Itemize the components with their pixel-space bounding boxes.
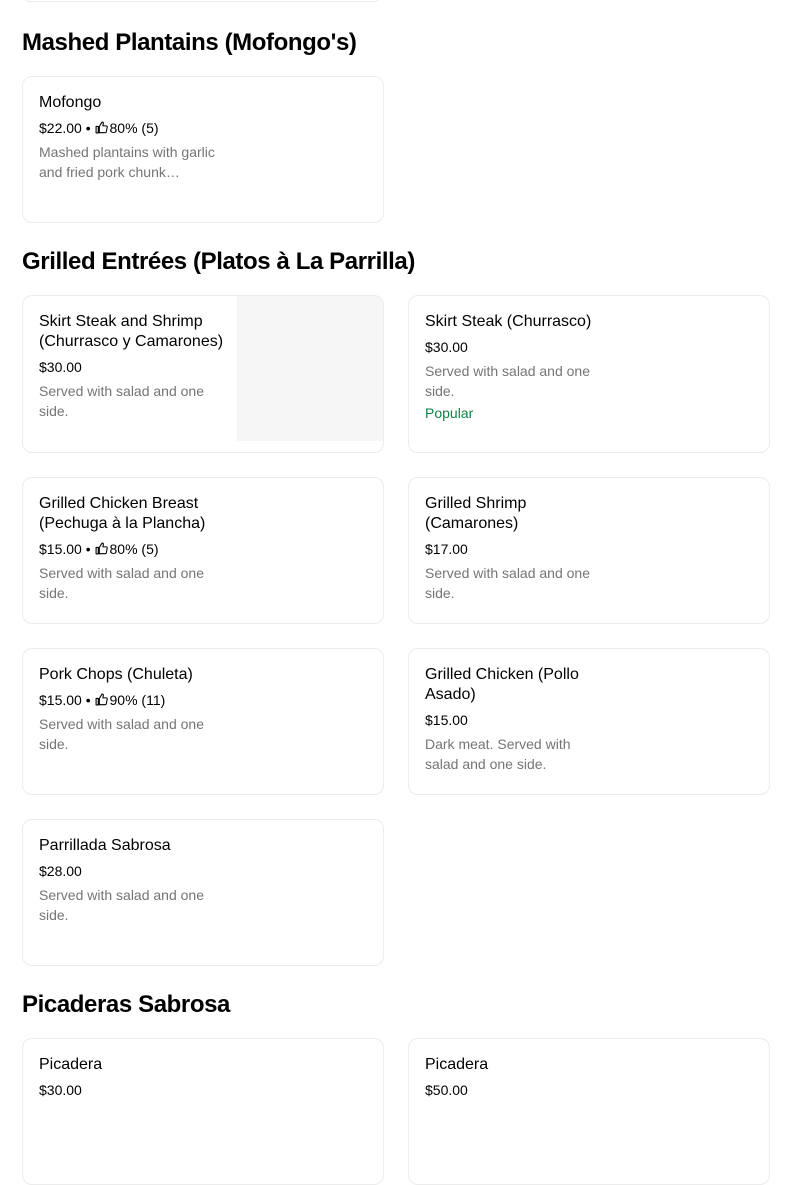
item-description: Served with salad and one side. [39, 716, 204, 752]
menu-item-card[interactable]: Skirt Steak (Churrasco) $30.00 Served wi… [408, 295, 770, 453]
item-name: Mofongo [39, 94, 102, 111]
item-price: $15.00 [39, 541, 82, 557]
menu-item-card[interactable]: Grilled Shrimp (Camarones) $17.00 Served… [408, 477, 770, 624]
popular-badge: Popular [425, 405, 474, 421]
item-name: Parrillada Sabrosa [39, 837, 171, 854]
item-name: Grilled Chicken (Pollo Asado) [425, 666, 579, 703]
item-price: $22.00 [39, 120, 82, 136]
item-name: Pork Chops (Chuleta) [39, 666, 193, 683]
item-meta: $30.00 [39, 357, 224, 377]
item-meta: $50.00 [425, 1080, 610, 1100]
meta-separator: • [85, 692, 91, 708]
item-description: Served with salad and one side. [39, 565, 204, 601]
item-meta: $15.00 [425, 710, 610, 730]
item-price: $15.00 [425, 712, 468, 728]
item-rating: 80% (5) [109, 120, 159, 136]
item-name: Picadera [39, 1056, 103, 1073]
menu-item-card[interactable]: Grilled Chicken Breast (Pechuga à la Pla… [22, 477, 384, 624]
section-title: Picaderas Sabrosa [22, 991, 230, 1018]
item-price: $17.00 [425, 541, 468, 557]
menu-item-card[interactable]: Picadera $30.00 [22, 1038, 384, 1185]
item-price: $30.00 [425, 339, 468, 355]
item-name: Picadera [425, 1056, 489, 1073]
item-price: $30.00 [39, 359, 82, 375]
item-meta: $28.00 [39, 861, 224, 881]
item-description: Served with salad and one side. [425, 565, 590, 601]
section-title: Grilled Entrées (Platos à La Parrilla) [22, 248, 415, 275]
item-image-placeholder [237, 296, 383, 441]
item-meta: $30.00 [39, 1080, 224, 1100]
menu-item-card[interactable]: Parrillada Sabrosa $28.00 Served with sa… [22, 819, 384, 966]
menu-item-card[interactable]: Picadera $50.00 [408, 1038, 770, 1185]
item-meta: $15.00 • 90% (11) [39, 690, 224, 710]
item-name: Grilled Shrimp (Camarones) [425, 495, 527, 532]
item-rating: 80% (5) [109, 541, 159, 557]
item-meta: $30.00 [425, 337, 610, 357]
section-title: Mashed Plantains (Mofongo's) [22, 29, 357, 56]
menu-item-card[interactable]: Grilled Chicken (Pollo Asado) $15.00 Dar… [408, 648, 770, 795]
meta-separator: • [85, 541, 91, 557]
item-description: Served with salad and one side. [39, 887, 204, 923]
item-meta: $22.00 • 80% (5) [39, 118, 224, 138]
menu-item-card[interactable]: Pork Chops (Chuleta) $15.00 • 90% (11) S… [22, 648, 384, 795]
item-meta: $15.00 • 80% (5) [39, 539, 224, 559]
item-rating: 90% (11) [109, 692, 166, 708]
item-meta: $17.00 [425, 539, 610, 559]
item-price: $28.00 [39, 863, 82, 879]
menu-item-card[interactable]: Skirt Steak and Shrimp (Churrasco y Cama… [22, 295, 384, 453]
item-description: Mashed plantains with garlic and fried p… [39, 144, 215, 180]
item-description: Served with salad and one side. [425, 363, 590, 399]
meta-separator: • [85, 120, 91, 136]
item-name: Skirt Steak and Shrimp (Churrasco y Cama… [39, 313, 224, 350]
item-price: $50.00 [425, 1082, 468, 1098]
item-name: Skirt Steak (Churrasco) [425, 313, 592, 330]
item-name: Grilled Chicken Breast (Pechuga à la Pla… [39, 495, 206, 532]
item-price: $15.00 [39, 692, 82, 708]
item-description: Served with salad and one side. [39, 383, 204, 419]
item-price: $30.00 [39, 1082, 82, 1098]
menu-item-card[interactable]: Mofongo $22.00 • 80% (5) Mashed plantain… [22, 76, 384, 223]
thumbs-up-icon [95, 121, 108, 134]
thumbs-up-icon [95, 693, 108, 706]
item-description: Dark meat. Served with salad and one sid… [425, 736, 571, 772]
thumbs-up-icon [95, 542, 108, 555]
menu-item-card-partial[interactable] [22, 0, 382, 2]
